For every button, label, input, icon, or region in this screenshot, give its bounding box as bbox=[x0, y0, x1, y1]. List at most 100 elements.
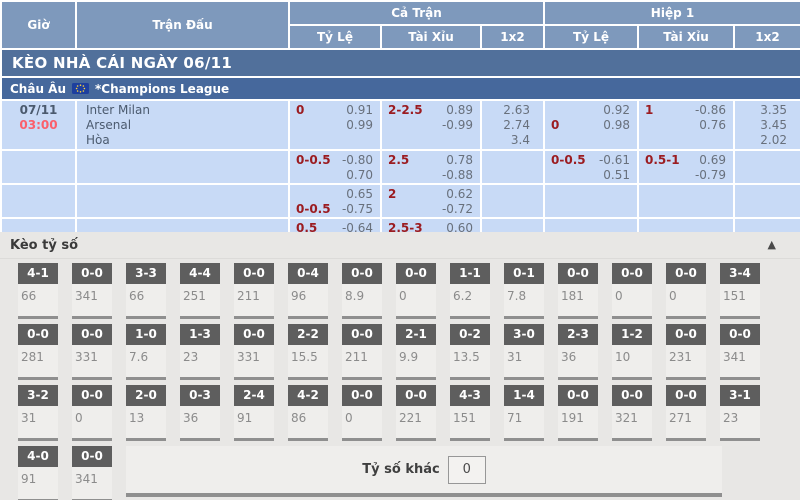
odds-cell-ft-ou[interactable]: 2.50.78-0.88 bbox=[381, 150, 481, 184]
score-box[interactable]: 1-210 bbox=[612, 324, 652, 380]
score-odds: 31 bbox=[18, 406, 58, 441]
score-box[interactable]: 1-323 bbox=[180, 324, 220, 380]
score-box[interactable]: 1-471 bbox=[504, 385, 544, 441]
score-box[interactable]: 2-013 bbox=[126, 385, 166, 441]
score-box[interactable]: 0-213.5 bbox=[450, 324, 490, 380]
score-box[interactable]: 4-4251 bbox=[180, 263, 220, 319]
odds-1x2-value: 2.02 bbox=[735, 133, 800, 148]
odds-cell-ft-1x2[interactable] bbox=[481, 184, 544, 218]
score-box[interactable]: 0-0331 bbox=[72, 324, 112, 380]
score-box[interactable]: 3-366 bbox=[126, 263, 166, 319]
score-box[interactable]: 4-286 bbox=[288, 385, 328, 441]
score-box[interactable]: 0-0181 bbox=[558, 263, 598, 319]
score-odds: 6.2 bbox=[450, 284, 490, 319]
score-box[interactable]: 3-031 bbox=[504, 324, 544, 380]
score-box[interactable]: 0-0281 bbox=[18, 324, 58, 380]
score-label: 1-4 bbox=[504, 385, 544, 406]
score-box[interactable]: 0-0331 bbox=[234, 324, 274, 380]
odds-cell-ft-hdp[interactable]: 0.650-0.5-0.75 bbox=[289, 184, 381, 218]
empty-teams-cell bbox=[76, 184, 289, 218]
score-box[interactable]: 0-0221 bbox=[396, 385, 436, 441]
score-label: 3-0 bbox=[504, 324, 544, 345]
main-header-row: Giờ Trận Đấu Cả Trận Hiệp 1 bbox=[1, 1, 800, 25]
score-box[interactable]: 0-08.9 bbox=[342, 263, 382, 319]
odds-cell-h1-hdp[interactable]: 0-0.5-0.610.51 bbox=[544, 150, 638, 184]
score-label: 0-0 bbox=[396, 263, 436, 284]
league-banner[interactable]: Châu Âu *Champions League bbox=[1, 77, 800, 100]
score-box[interactable]: 0-496 bbox=[288, 263, 328, 319]
odds-line: 0.5-10.69 bbox=[639, 151, 733, 168]
score-box[interactable]: 0-336 bbox=[180, 385, 220, 441]
score-box[interactable]: 3-123 bbox=[720, 385, 760, 441]
odds-cell-h1-ou[interactable] bbox=[638, 184, 734, 218]
score-box[interactable]: 0-00 bbox=[72, 385, 112, 441]
score-label: 2-3 bbox=[558, 324, 598, 345]
odds-cell-ft-ou[interactable]: 2-2.5 0.89-0.99 bbox=[381, 100, 481, 150]
odds-value: 0.89 bbox=[446, 103, 473, 118]
handicap-label: 2-2.5 bbox=[388, 103, 423, 118]
score-box[interactable]: 0-0211 bbox=[234, 263, 274, 319]
empty-time-cell bbox=[1, 150, 76, 184]
odds-cell-ft-hdp[interactable]: 0-0.5-0.800.70 bbox=[289, 150, 381, 184]
other-score-input[interactable]: 0 bbox=[448, 456, 486, 484]
score-box[interactable]: 1-07.6 bbox=[126, 324, 166, 380]
score-box[interactable]: 0-0341 bbox=[72, 263, 112, 319]
odds-line: -0.99 bbox=[382, 118, 480, 133]
odds-1x2-value: 3.4 bbox=[482, 133, 543, 148]
score-box[interactable]: 0-0321 bbox=[612, 385, 652, 441]
odds-cell-ft-1x2[interactable]: 2.632.743.4 bbox=[481, 100, 544, 150]
score-odds: 231 bbox=[666, 345, 706, 380]
score-box[interactable]: 0-0191 bbox=[558, 385, 598, 441]
score-label: 0-0 bbox=[612, 385, 652, 406]
score-box[interactable]: 2-19.9 bbox=[396, 324, 436, 380]
score-box[interactable]: 0-0211 bbox=[342, 324, 382, 380]
score-label: 2-1 bbox=[396, 324, 436, 345]
score-odds: 0 bbox=[666, 284, 706, 319]
handicap-label: 0-0.5 bbox=[296, 153, 331, 168]
odds-cell-h1-1x2[interactable]: 3.353.452.02 bbox=[734, 100, 800, 150]
odds-cell-ft-ou[interactable]: 20.62-0.72 bbox=[381, 184, 481, 218]
score-box[interactable]: 0-0341 bbox=[72, 446, 112, 500]
score-label: 0-2 bbox=[450, 324, 490, 345]
col-header-ft-1x2: 1x2 bbox=[481, 25, 544, 49]
score-box[interactable]: 2-336 bbox=[558, 324, 598, 380]
score-box[interactable]: 4-3151 bbox=[450, 385, 490, 441]
odds-value: 0.91 bbox=[346, 103, 373, 118]
score-box[interactable]: 3-4151 bbox=[720, 263, 760, 319]
score-box[interactable]: 0-00 bbox=[396, 263, 436, 319]
score-box[interactable]: 2-215.5 bbox=[288, 324, 328, 380]
match-teams-cell[interactable]: Inter MilanArsenalHòa bbox=[76, 100, 289, 150]
odds-cell-h1-hdp[interactable] bbox=[544, 184, 638, 218]
odds-cell-ft-hdp[interactable]: 00.910.99 bbox=[289, 100, 381, 150]
score-box[interactable]: 0-00 bbox=[342, 385, 382, 441]
score-odds: 36 bbox=[180, 406, 220, 441]
odds-cell-h1-1x2[interactable] bbox=[734, 184, 800, 218]
score-box[interactable]: 0-00 bbox=[666, 263, 706, 319]
score-odds: 321 bbox=[612, 406, 652, 441]
score-label: 0-0 bbox=[558, 263, 598, 284]
odds-cell-h1-ou[interactable]: 0.5-10.69-0.79 bbox=[638, 150, 734, 184]
odds-cell-h1-hdp[interactable]: 0.9200.98 bbox=[544, 100, 638, 150]
score-odds: 251 bbox=[180, 284, 220, 319]
score-odds: 0 bbox=[72, 406, 112, 441]
odds-cell-ft-1x2[interactable] bbox=[481, 150, 544, 184]
score-box[interactable]: 1-16.2 bbox=[450, 263, 490, 319]
score-box[interactable]: 0-17.8 bbox=[504, 263, 544, 319]
score-label: 1-1 bbox=[450, 263, 490, 284]
score-box[interactable]: 0-0341 bbox=[720, 324, 760, 380]
team-name: Hòa bbox=[77, 133, 288, 148]
score-box[interactable]: 2-491 bbox=[234, 385, 274, 441]
score-box[interactable]: 4-166 bbox=[18, 263, 58, 319]
odds-row: 0-0.5-0.800.702.50.78-0.88 0-0.5-0.610.51… bbox=[1, 150, 800, 184]
score-label: 0-0 bbox=[666, 385, 706, 406]
score-box[interactable]: 4-091 bbox=[18, 446, 58, 500]
odds-cell-h1-1x2[interactable] bbox=[734, 150, 800, 184]
chevron-up-icon[interactable]: ▲ bbox=[768, 238, 776, 252]
score-box[interactable]: 0-00 bbox=[612, 263, 652, 319]
col-header-h1-handicap: Tỷ Lệ bbox=[544, 25, 638, 49]
score-box[interactable]: 3-231 bbox=[18, 385, 58, 441]
score-section-title: Kèo tỷ số bbox=[10, 238, 78, 253]
odds-cell-h1-ou[interactable]: 1-0.860.76 bbox=[638, 100, 734, 150]
score-box[interactable]: 0-0231 bbox=[666, 324, 706, 380]
score-box[interactable]: 0-0271 bbox=[666, 385, 706, 441]
